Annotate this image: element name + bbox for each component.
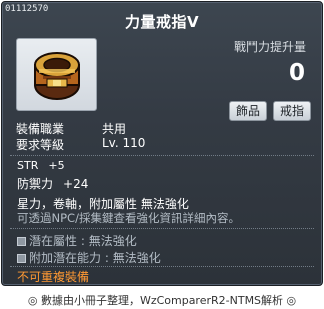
additional-potential-label: 附加潛在能力	[29, 251, 102, 265]
additional-potential-icon	[17, 254, 26, 263]
ring-icon	[34, 52, 80, 100]
potential-value: 無法強化	[88, 234, 137, 248]
additional-potential-line: 附加潛在能力 : 無法強化	[17, 249, 161, 266]
divider	[10, 155, 314, 156]
divider	[10, 266, 314, 267]
item-icon-frame	[16, 38, 97, 111]
potential-icon	[17, 237, 26, 246]
job-value: 共用	[102, 122, 127, 136]
item-title: 力量戒指Ⅴ	[124, 13, 200, 31]
level-label: 要求等級	[16, 138, 65, 152]
potential-line: 潛在屬性 : 無法強化	[17, 232, 137, 249]
category-tag-ring: 戒指	[273, 101, 312, 121]
combat-power-value: 0	[288, 60, 305, 86]
footer-credit: ◎ 數據由小冊子整理，WzComparerR2-NTMS解析 ◎	[27, 294, 297, 307]
stat-str-label: STR	[17, 159, 39, 172]
stat-str-value: +5	[48, 159, 65, 172]
additional-potential-value: 無法強化	[112, 251, 161, 265]
stat-defense-value: +24	[63, 177, 89, 191]
level-row: 要求等級 Lv. 110	[16, 136, 216, 152]
stat-str: STR +5	[17, 159, 65, 172]
job-label: 裝備職業	[16, 122, 65, 136]
job-row: 裝備職業 共用	[16, 120, 216, 136]
category-tag-accessory: 飾品	[229, 101, 268, 121]
divider	[10, 228, 314, 229]
level-value: Lv. 110	[102, 136, 146, 150]
stat-defense-label: 防禦力	[17, 177, 54, 191]
combat-power-label: 戰鬥力提升量	[233, 40, 306, 54]
enhancement-note: 可透過NPC/採集鍵查看強化資訊詳細內容。	[17, 211, 240, 225]
item-tooltip: 01112570 力量戒指Ⅴ 戰鬥力提升量 0 飾品 戒指 裝備職業 共用 要求…	[1, 1, 323, 286]
unique-equip-warning: 不可重複裝備	[17, 270, 90, 284]
stat-defense: 防禦力 +24	[17, 175, 88, 192]
potential-label: 潛在屬性	[29, 234, 78, 248]
